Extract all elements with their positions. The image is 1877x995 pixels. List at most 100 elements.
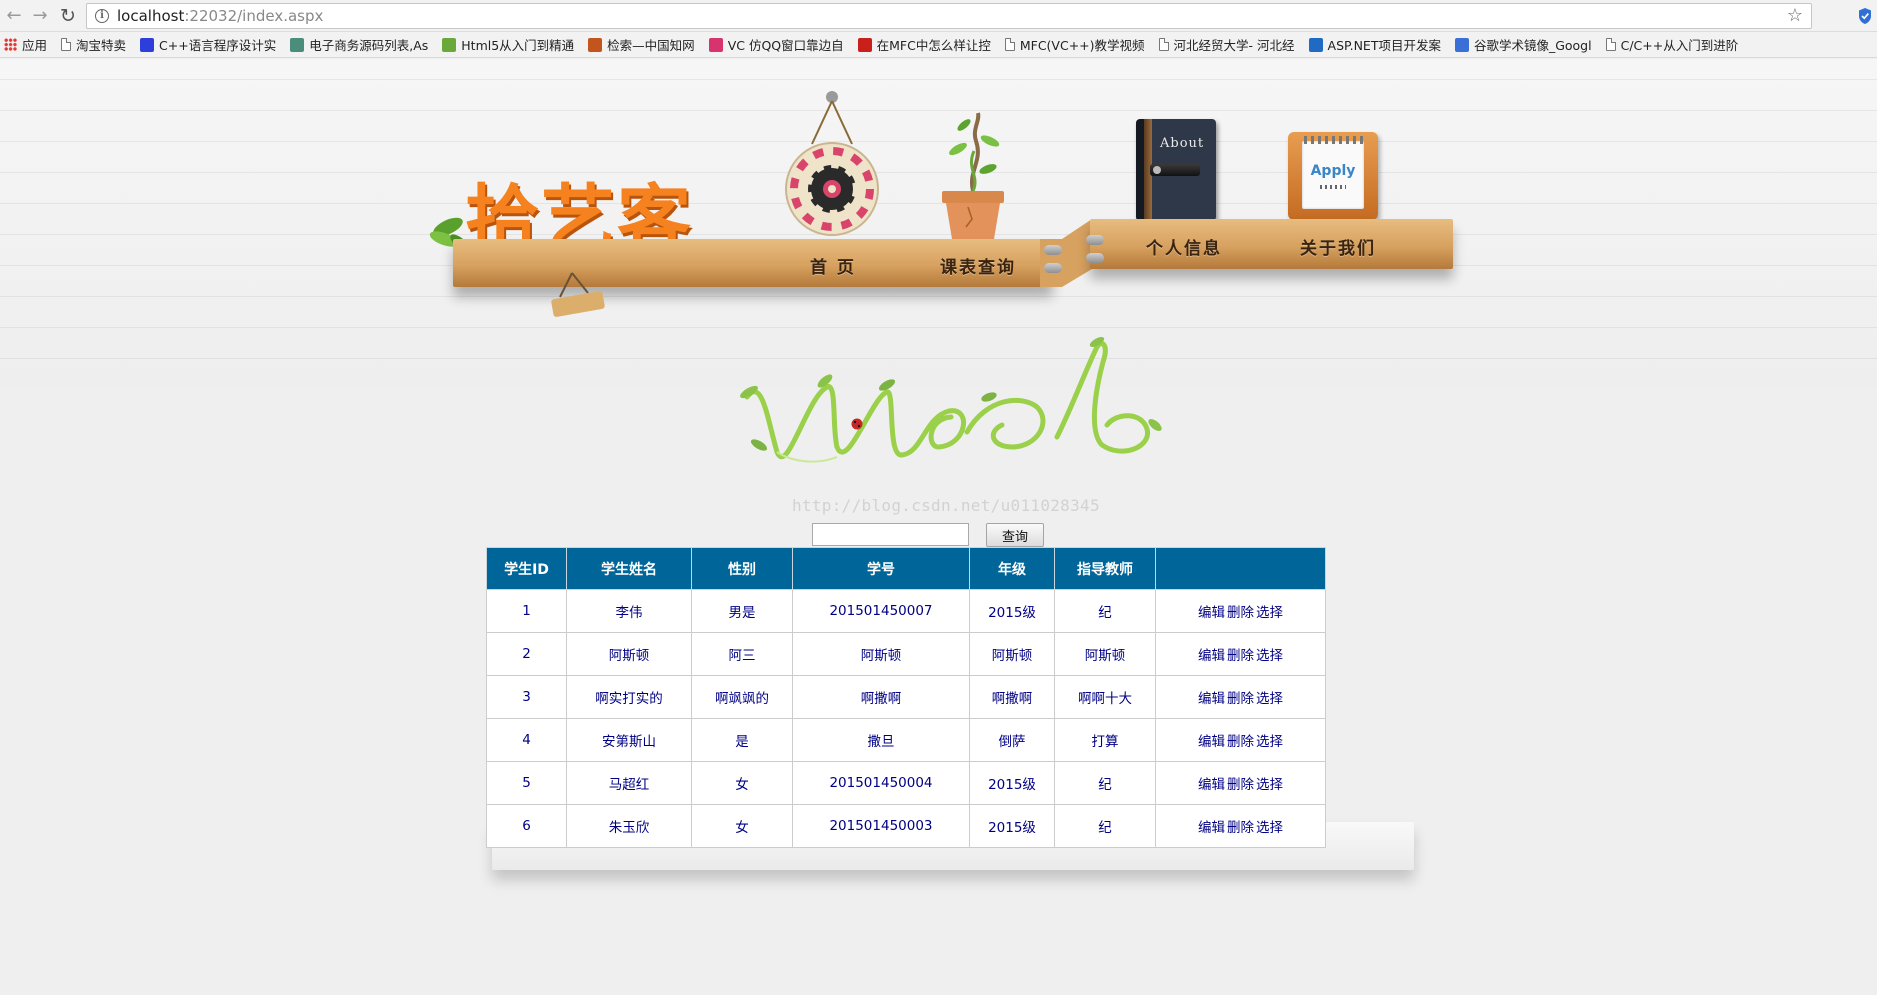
delete-link[interactable]: 删除 xyxy=(1227,777,1254,793)
edit-link[interactable]: 编辑 xyxy=(1198,605,1225,621)
about-label: About xyxy=(1160,136,1205,151)
column-header[interactable]: 年级 xyxy=(969,547,1055,590)
bookmark-item[interactable]: 河北经贸大学- 河北经 xyxy=(1158,35,1295,54)
delete-link[interactable]: 删除 xyxy=(1227,605,1254,621)
bookmark-item[interactable]: VC 仿QQ窗口靠边自 xyxy=(708,35,844,54)
student-id-cell: 3 xyxy=(486,675,567,719)
web-vine-logo xyxy=(740,337,1162,463)
shield-icon[interactable] xyxy=(1858,7,1872,25)
column-header xyxy=(1155,547,1326,590)
bookmark-item[interactable]: 检索—中国知网 xyxy=(588,35,695,54)
student-id-cell: 6 xyxy=(486,804,567,848)
student-id-cell: 4 xyxy=(486,718,567,762)
bookmark-label: 谷歌学术镜像_Googl xyxy=(1473,38,1592,53)
zhi-icon xyxy=(588,37,603,52)
bookmark-item[interactable]: 谷歌学术镜像_Googl xyxy=(1454,35,1592,54)
student-number-cell: 撒旦 xyxy=(792,718,970,762)
delete-link[interactable]: 删除 xyxy=(1227,820,1254,836)
student-id-cell: 5 xyxy=(486,761,567,805)
select-link[interactable]: 选择 xyxy=(1256,820,1283,836)
about-book-icon[interactable]: About xyxy=(1136,119,1216,221)
column-header[interactable]: 学号 xyxy=(792,547,970,590)
column-header[interactable]: 学生ID xyxy=(486,547,567,590)
search-input[interactable] xyxy=(812,523,969,546)
shelf-hinge-icon xyxy=(1044,263,1062,273)
book-clasp xyxy=(1150,164,1200,176)
bookmark-item[interactable]: 在MFC中怎么样让控 xyxy=(857,35,991,54)
bookmark-item[interactable]: C++语言程序设计实 xyxy=(140,35,276,54)
edit-link[interactable]: 编辑 xyxy=(1198,648,1225,664)
student-name-cell: 朱玉欣 xyxy=(566,804,692,848)
forward-arrow-icon[interactable]: → xyxy=(28,4,52,28)
notepad-rings xyxy=(1304,136,1364,144)
apply-notepad-icon[interactable]: Apply xyxy=(1288,132,1378,220)
bookmark-label: 淘宝特卖 xyxy=(76,38,127,53)
select-link[interactable]: 选择 xyxy=(1256,734,1283,750)
select-link[interactable]: 选择 xyxy=(1256,691,1283,707)
edit-link[interactable]: 编辑 xyxy=(1198,777,1225,793)
column-header[interactable]: 性别 xyxy=(691,547,793,590)
bookmark-label: ASP.NET项目开发案 xyxy=(1327,38,1441,53)
edit-link[interactable]: 编辑 xyxy=(1198,691,1225,707)
row-actions-cell: 编辑 删除 选择 xyxy=(1155,804,1326,848)
browser-toolbar: ← → ↻ i localhost:22032/index.aspx ☆ xyxy=(0,0,1877,32)
bookmark-item[interactable]: C/C++从入门到进阶 xyxy=(1605,35,1739,54)
table-row: 1 李伟 男是 201501450007 2015级纪编辑 删除 选择 xyxy=(486,589,1326,633)
apply-label: Apply xyxy=(1310,163,1356,179)
page-icon xyxy=(1605,38,1616,51)
delete-link[interactable]: 删除 xyxy=(1227,648,1254,664)
grade-cell: 2015级 xyxy=(969,804,1055,848)
bookmark-item[interactable]: Html5从入门到精通 xyxy=(442,35,574,54)
gender-cell: 啊飒飒的 xyxy=(691,675,793,719)
nav-profile-link[interactable]: 个人信息 xyxy=(1146,234,1222,259)
search-button[interactable]: 查询 xyxy=(986,523,1044,547)
bookmark-item[interactable]: 电子商务源码列表,As xyxy=(290,35,428,54)
shelf-hinge-icon xyxy=(1086,235,1104,245)
bookmark-label: 在MFC中怎么样让控 xyxy=(876,38,991,53)
xin-icon xyxy=(708,37,723,52)
bookmark-item[interactable]: 淘宝特卖 xyxy=(61,35,126,54)
notepad-dots xyxy=(1320,185,1346,189)
bookmark-item[interactable]: 应用 xyxy=(4,35,47,54)
bookmark-label: Html5从入门到精通 xyxy=(461,38,575,53)
select-link[interactable]: 选择 xyxy=(1256,777,1283,793)
column-header[interactable]: 指导教师 xyxy=(1054,547,1156,590)
bookmark-label: C/C++从入门到进阶 xyxy=(1620,38,1739,53)
grade-cell: 倒萨 xyxy=(969,718,1055,762)
row-actions-cell: 编辑 删除 选择 xyxy=(1155,589,1326,633)
student-name-cell: 阿斯顿 xyxy=(566,632,692,676)
baidu-icon xyxy=(140,37,155,52)
edit-link[interactable]: 编辑 xyxy=(1198,820,1225,836)
advisor-cell: 纪 xyxy=(1054,804,1156,848)
table-header-row: 学生ID 学生姓名 性别 学号 年级 指导教师 xyxy=(486,547,1326,590)
edit-link[interactable]: 编辑 xyxy=(1198,734,1225,750)
url-text[interactable]: localhost:22032/index.aspx xyxy=(117,7,323,25)
bookmark-label: 电子商务源码列表,As xyxy=(309,38,429,53)
column-header[interactable]: 学生姓名 xyxy=(566,547,692,590)
bookmark-label: 应用 xyxy=(22,38,48,53)
scholar-icon xyxy=(1454,37,1469,52)
table-row: 4 安第斯山是撒旦 倒萨 打算 编辑 删除 选择 xyxy=(486,718,1326,762)
student-table: 学生ID 学生姓名 性别 学号 年级 指导教师 1 李伟 男是 20150145000… xyxy=(486,547,1326,848)
bookmark-item[interactable]: ASP.NET项目开发案 xyxy=(1308,35,1441,54)
url-host: localhost xyxy=(117,7,185,25)
nav-about-link[interactable]: 关于我们 xyxy=(1300,234,1376,259)
select-link[interactable]: 选择 xyxy=(1256,605,1283,621)
info-icon[interactable]: i xyxy=(95,9,109,23)
reload-icon[interactable]: ↻ xyxy=(56,4,80,28)
bookmark-star-icon[interactable]: ☆ xyxy=(1787,5,1803,26)
delete-link[interactable]: 删除 xyxy=(1227,734,1254,750)
back-arrow-icon[interactable]: ← xyxy=(2,4,26,28)
delete-link[interactable]: 删除 xyxy=(1227,691,1254,707)
bookmark-item[interactable]: MFC(VC++)教学视频 xyxy=(1004,35,1145,54)
csdn-icon xyxy=(857,37,872,52)
student-name-cell: 李伟 xyxy=(566,589,692,633)
bookmark-label: VC 仿QQ窗口靠边自 xyxy=(727,38,844,53)
bookmark-label: MFC(VC++)教学视频 xyxy=(1019,38,1145,53)
nav-schedule-link[interactable]: 课表查询 xyxy=(940,253,1016,278)
potted-plant-icon xyxy=(942,112,1004,239)
nav-home-link[interactable]: 首 页 xyxy=(810,253,856,278)
address-bar[interactable]: i localhost:22032/index.aspx ☆ xyxy=(86,3,1812,29)
select-link[interactable]: 选择 xyxy=(1256,648,1283,664)
table-row: 5 马超红女 201501450004 2015级纪编辑 删除 选择 xyxy=(486,761,1326,805)
